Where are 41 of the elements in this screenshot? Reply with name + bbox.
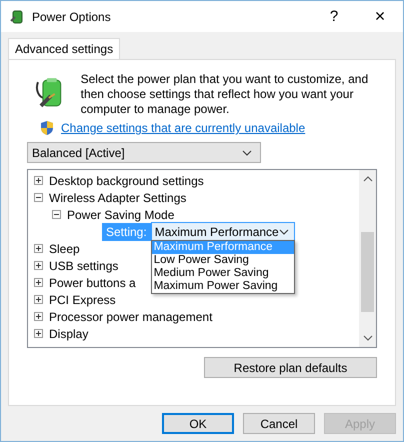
expander-icon[interactable]: [34, 176, 43, 185]
setting-dropdown[interactable]: Maximum Performance: [150, 222, 295, 241]
battery-plug-icon: [9, 8, 25, 24]
tab[interactable]: Advanced settings: [8, 38, 120, 59]
restore-defaults-button[interactable]: Restore plan defaults: [204, 357, 377, 378]
expander-icon[interactable]: [34, 295, 43, 304]
tree-item[interactable]: USB settings: [49, 258, 118, 272]
chevron-down-icon: [242, 150, 252, 156]
tree-item[interactable]: PCI Express: [49, 292, 116, 306]
expander-icon[interactable]: [34, 193, 43, 202]
change-settings-link[interactable]: Change settings that are currently unavailable: [61, 121, 306, 135]
tree-item[interactable]: Display: [49, 326, 88, 340]
close-button[interactable]: ×: [357, 1, 403, 32]
expander-icon[interactable]: [34, 329, 43, 338]
dialog-button[interactable]: OK: [162, 413, 234, 434]
help-button[interactable]: ?: [311, 1, 357, 32]
dropdown-option[interactable]: Low Power Saving: [152, 254, 294, 267]
setting-label: Setting:: [102, 222, 151, 240]
window-title: Power Options: [32, 10, 111, 24]
chevron-down-icon: [362, 335, 372, 341]
dialog-button[interactable]: Cancel: [243, 413, 315, 434]
tree-item[interactable]: Processor power management: [49, 310, 212, 324]
tree-item[interactable]: Sleep: [49, 242, 80, 256]
plan-dropdown[interactable]: Balanced [Active]: [27, 142, 261, 163]
description-text: Select the power plan that you want to customize, and then choose settings that reflect how you want your computer to manage power.: [80, 72, 370, 117]
tree-item[interactable]: Power Saving Mode: [67, 208, 174, 222]
expander-icon[interactable]: [34, 261, 43, 270]
tree-item[interactable]: Power buttons a: [49, 276, 136, 290]
expander-icon[interactable]: [34, 244, 43, 253]
scrollbar-thumb[interactable]: [361, 232, 374, 312]
dropdown-option[interactable]: Maximum Power Saving: [152, 280, 294, 293]
scrollbar[interactable]: [359, 170, 376, 347]
expander-icon[interactable]: [34, 278, 43, 287]
expander-icon[interactable]: [52, 210, 61, 219]
expander-icon[interactable]: [34, 312, 43, 321]
tree-item[interactable]: Desktop background settings: [49, 174, 204, 188]
chevron-up-icon: [362, 176, 372, 182]
tree-item[interactable]: Wireless Adapter Settings: [49, 190, 186, 204]
shield-icon: [40, 120, 54, 136]
chevron-down-icon: [278, 228, 289, 234]
dropdown-option[interactable]: Medium Power Saving: [152, 267, 294, 280]
